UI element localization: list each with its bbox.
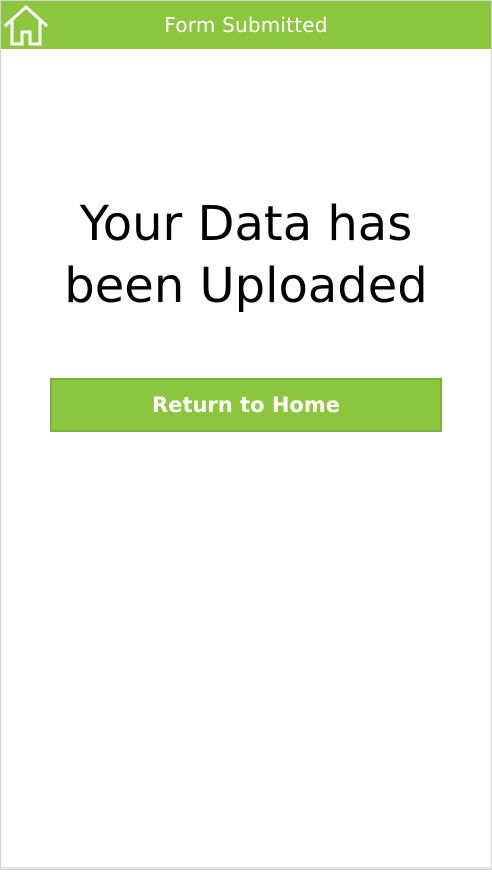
page-title: Form Submitted [164, 13, 328, 37]
app-screen: Form Submitted Your Data has been Upload… [0, 0, 492, 870]
bottom-divider [1, 867, 491, 869]
upload-confirmation-message: Your Data has been Uploaded [64, 196, 428, 314]
return-to-home-button[interactable]: Return to Home [50, 378, 442, 432]
header-bar: Form Submitted [1, 1, 491, 49]
